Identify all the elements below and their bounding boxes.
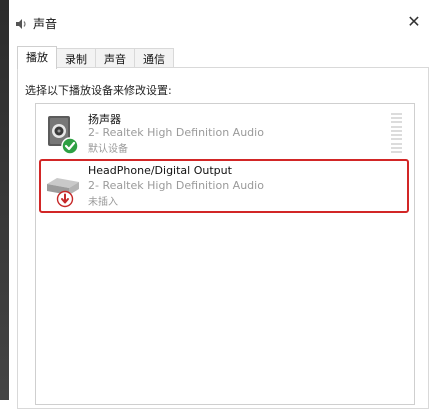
background-window-edge <box>0 0 9 400</box>
title-bar: 声音 ✕ <box>14 8 433 38</box>
speaker-volume-icon <box>14 16 28 30</box>
default-check-badge-icon <box>61 137 79 155</box>
device-driver: 2- Realtek High Definition Audio <box>88 126 264 139</box>
tab-playback[interactable]: 播放 <box>17 46 57 69</box>
tab-communications[interactable]: 通信 <box>134 48 174 69</box>
volume-level-meter <box>391 113 402 153</box>
tab-sounds[interactable]: 声音 <box>95 48 135 69</box>
device-status: 默认设备 <box>88 144 128 155</box>
close-button[interactable]: ✕ <box>401 10 427 34</box>
instruction-label: 选择以下播放设备来修改设置: <box>25 84 172 97</box>
tab-recording[interactable]: 录制 <box>56 48 96 69</box>
window-title: 声音 <box>33 16 58 31</box>
playback-device-list[interactable]: 扬声器 2- Realtek High Definition Audio 默认设… <box>35 103 415 405</box>
device-item-speakers[interactable]: 扬声器 2- Realtek High Definition Audio 默认设… <box>41 109 406 157</box>
tab-strip: 播放 录制 声音 通信 <box>17 46 174 69</box>
device-name: 扬声器 <box>88 113 121 126</box>
speaker-icon <box>43 113 83 155</box>
highlight-annotation-box <box>39 159 409 213</box>
